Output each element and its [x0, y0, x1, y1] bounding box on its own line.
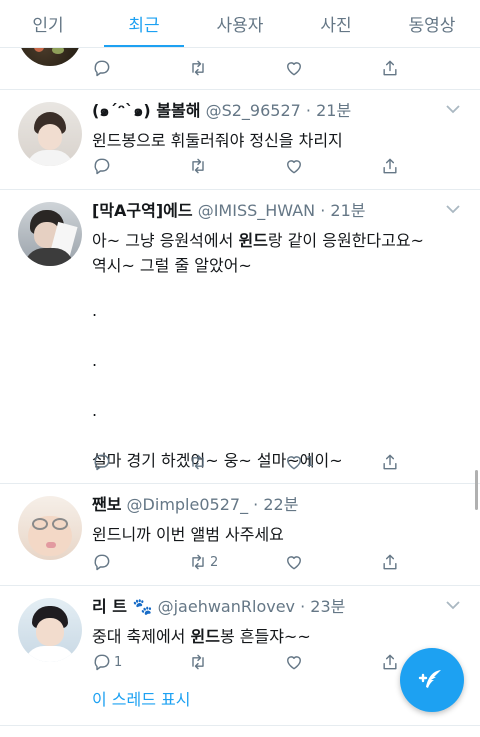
share-button[interactable] [380, 58, 400, 78]
retweet-button[interactable]: 2 [188, 552, 218, 572]
chevron-down-icon[interactable] [446, 204, 460, 214]
tweet-text: 중대 축제에서 윈드봉 흔들쟈~~ [92, 627, 311, 646]
tweet-header: 리 트 🐾 @jaehwanRlovev · 23분 [92, 597, 346, 616]
tweet-item[interactable] [0, 2, 480, 90]
display-name[interactable]: [막A구역]에드 [92, 201, 193, 220]
reply-button[interactable]: 1 [92, 652, 122, 672]
search-tabs: 인기 최근 사용자 사진 동영상 [0, 0, 480, 48]
share-icon [383, 554, 397, 570]
tweet-text: 윈드니까 이번 앨범 사주세요 [92, 525, 284, 544]
like-button[interactable] [284, 58, 306, 78]
like-button[interactable] [284, 156, 306, 176]
tweet-header: 짼보 @Dimple0527_ · 22분 [92, 495, 299, 514]
retweet-icon [192, 554, 204, 570]
compose-tweet-button[interactable] [400, 648, 464, 712]
tweet-item[interactable]: 짼보 @Dimple0527_ · 22분 윈드니까 이번 앨범 사주세요 2 [0, 484, 480, 586]
reply-icon [94, 654, 110, 671]
heart-icon [287, 456, 301, 470]
scrollbar[interactable] [475, 470, 478, 510]
heart-icon [287, 656, 301, 670]
retweet-button[interactable] [188, 652, 210, 672]
like-button[interactable] [284, 552, 306, 572]
tweet-time[interactable]: 22분 [263, 495, 298, 514]
retweet-count: 2 [210, 554, 219, 570]
like-button[interactable] [284, 652, 306, 672]
tweet-item[interactable]: [막A구역]에드 @IMISS_HWAN · 21분 아~ 그냥 응원석에서 윈… [0, 190, 480, 484]
tweet-text: 윈드봉으로 휘둘러줘야 정신을 차리지 [92, 131, 343, 150]
tweet-item[interactable]: (๑´ᵔ`๑) 볼볼해 @S2_96527 · 21분 윈드봉으로 휘둘러줘야 … [0, 90, 480, 190]
tweet-time[interactable]: 23분 [310, 597, 345, 616]
display-name[interactable]: (๑´ᵔ`๑) 볼볼해 [92, 101, 200, 120]
tab-people[interactable]: 사용자 [192, 0, 288, 47]
chevron-down-icon[interactable] [446, 600, 460, 610]
share-icon [383, 158, 397, 174]
retweet-icon [192, 654, 204, 670]
heart-icon [287, 62, 301, 76]
compose-feather-icon [418, 670, 441, 688]
avatar[interactable] [18, 202, 82, 266]
display-name[interactable]: 짼보 [92, 495, 121, 514]
tab-top[interactable]: 인기 [0, 0, 96, 47]
tweet-text: 아~ 그냥 응원석에서 윈드랑 같이 응원한다고요~ 역시~ 그럴 줄 알았어~… [92, 231, 424, 470]
reply-icon [94, 554, 110, 571]
display-name[interactable]: 리 트 🐾 [92, 597, 153, 616]
heart-icon [287, 160, 301, 174]
tweet-item[interactable]: 리 트 🐾 @jaehwanRlovev · 23분 중대 축제에서 윈드봉 흔… [0, 586, 480, 726]
retweet-icon [192, 454, 204, 470]
heart-icon [287, 556, 301, 570]
reply-button[interactable] [92, 552, 114, 572]
share-button[interactable] [380, 552, 400, 572]
share-button[interactable] [380, 452, 400, 472]
reply-button[interactable] [92, 58, 114, 78]
share-button[interactable] [380, 652, 400, 672]
chevron-down-icon[interactable] [446, 104, 460, 114]
reply-count: 1 [114, 654, 123, 670]
avatar[interactable] [18, 598, 82, 662]
reply-icon [94, 60, 110, 77]
reply-icon [94, 158, 110, 175]
tweet-header: (๑´ᵔ`๑) 볼볼해 @S2_96527 · 21분 [92, 101, 352, 120]
show-thread-link[interactable]: 이 스레드 표시 [92, 686, 191, 710]
user-handle[interactable]: @jaehwanRlovev [158, 597, 295, 616]
retweet-button[interactable] [188, 452, 210, 472]
share-icon [383, 654, 397, 670]
avatar[interactable] [18, 102, 82, 166]
user-handle[interactable]: @Dimple0527_ [127, 495, 249, 514]
share-icon [383, 454, 397, 470]
user-handle[interactable]: @S2_96527 [206, 101, 301, 120]
user-handle[interactable]: @IMISS_HWAN [198, 201, 315, 220]
reply-icon [94, 454, 110, 471]
tweet-time[interactable]: 21분 [330, 201, 365, 220]
tab-photos[interactable]: 사진 [288, 0, 384, 47]
retweet-button[interactable] [188, 156, 210, 176]
tweet-header: [막A구역]에드 @IMISS_HWAN · 21분 [92, 201, 366, 220]
retweet-button[interactable] [188, 58, 210, 78]
reply-button[interactable] [92, 452, 114, 472]
reply-button[interactable] [92, 156, 114, 176]
like-count: 1 [306, 454, 315, 470]
tweet-time[interactable]: 21분 [316, 101, 351, 120]
retweet-icon [192, 158, 204, 174]
tab-latest[interactable]: 최근 [96, 0, 192, 47]
share-icon [383, 60, 397, 76]
like-button[interactable]: 1 [284, 452, 314, 472]
retweet-icon [192, 60, 204, 76]
tab-videos[interactable]: 동영상 [384, 0, 480, 47]
share-button[interactable] [380, 156, 400, 176]
avatar[interactable] [18, 496, 82, 560]
